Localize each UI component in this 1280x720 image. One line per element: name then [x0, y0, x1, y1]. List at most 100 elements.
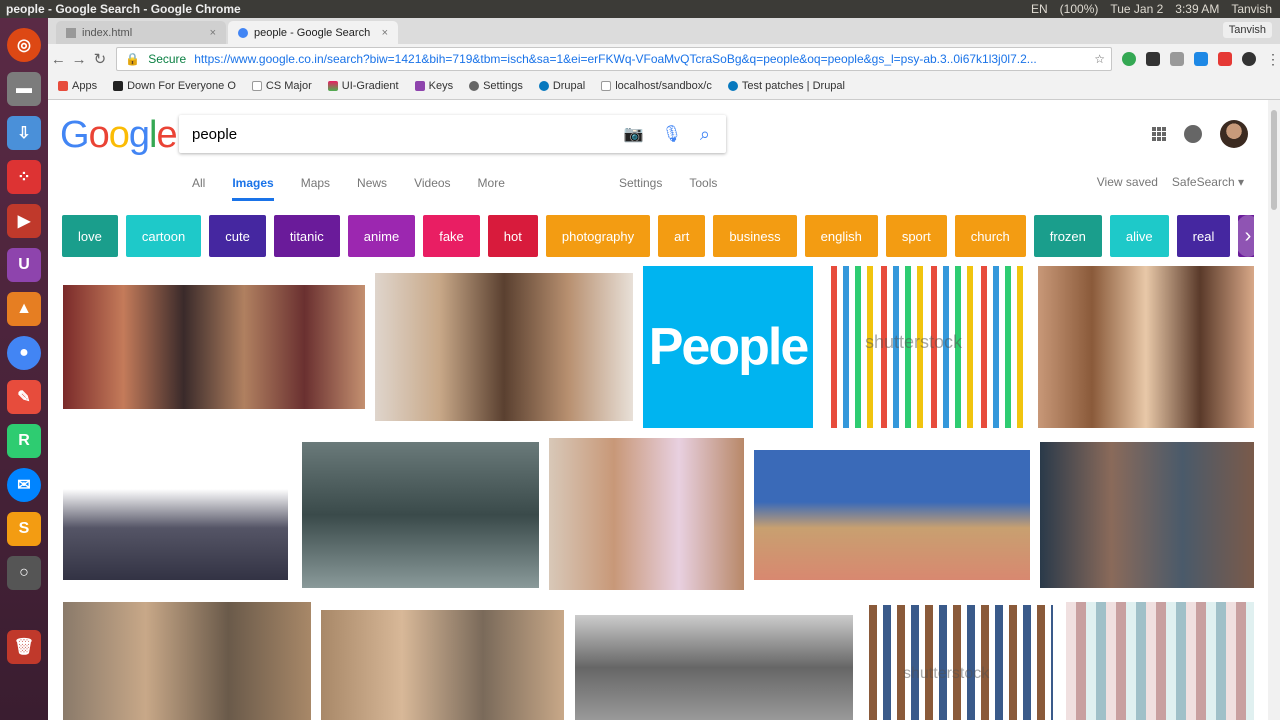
video-recorder-icon[interactable]: ▶: [7, 204, 41, 238]
extension-icon[interactable]: [1194, 52, 1208, 66]
image-result[interactable]: shutterstock: [823, 266, 1028, 428]
bookmark-localhost[interactable]: localhost/sandbox/c: [601, 80, 712, 92]
safesearch-dropdown[interactable]: SafeSearch ▾: [1172, 175, 1244, 189]
clock[interactable]: 3:39 AM: [1175, 2, 1219, 16]
apps-grid-icon[interactable]: [1152, 127, 1166, 141]
chip-business[interactable]: business: [713, 215, 797, 257]
upwork-icon[interactable]: U: [7, 248, 41, 282]
reload-icon[interactable]: ↻: [90, 50, 111, 68]
battery-indicator[interactable]: (100%): [1060, 2, 1099, 16]
image-result[interactable]: [63, 450, 288, 580]
bookmark-ui-gradient[interactable]: UI-Gradient: [327, 80, 399, 92]
google-logo[interactable]: Google: [60, 114, 178, 157]
close-tab-icon[interactable]: ×: [210, 27, 216, 39]
keyboard-layout[interactable]: EN: [1031, 2, 1048, 16]
chip-english[interactable]: english: [804, 215, 878, 257]
r-app-icon[interactable]: R: [7, 424, 41, 458]
chip-real[interactable]: real: [1176, 215, 1231, 257]
extension-icon[interactable]: [1218, 52, 1232, 66]
tab-videos[interactable]: Videos: [414, 176, 450, 201]
url-text[interactable]: https://www.google.co.in/search?biw=1421…: [194, 52, 1094, 66]
tools-link[interactable]: Tools: [689, 176, 717, 190]
chrome-icon[interactable]: ●: [7, 336, 41, 370]
bookmark-star-icon[interactable]: ☆: [1094, 52, 1105, 66]
chip-cute[interactable]: cute: [209, 215, 266, 257]
camera-extension-icon[interactable]: [1170, 52, 1184, 66]
chip-anime[interactable]: anime: [347, 215, 416, 257]
disk-icon[interactable]: ○: [7, 556, 41, 590]
forward-icon[interactable]: →: [69, 51, 90, 68]
image-result[interactable]: [1040, 442, 1254, 588]
microphone-icon[interactable]: 🎙: [662, 124, 682, 145]
chip-fake[interactable]: fake: [423, 215, 480, 257]
bookmark-apps[interactable]: Apps: [58, 80, 97, 92]
image-result[interactable]: [575, 615, 853, 720]
image-result[interactable]: [63, 285, 365, 409]
bookmark-test-patches[interactable]: Test patches | Drupal: [727, 80, 845, 92]
user-menu[interactable]: Tanvish: [1231, 2, 1272, 16]
date[interactable]: Tue Jan 2: [1110, 2, 1163, 16]
search-input[interactable]: [192, 125, 612, 143]
image-result[interactable]: [375, 273, 633, 421]
page-scrollbar[interactable]: [1268, 100, 1280, 720]
chip-frozen[interactable]: frozen: [1033, 215, 1102, 257]
image-result[interactable]: [1066, 602, 1254, 720]
software-center-icon[interactable]: ⇩: [7, 116, 41, 150]
watermark: shutterstock: [903, 665, 990, 682]
tab-more[interactable]: More: [478, 176, 505, 201]
settings-link[interactable]: Settings: [619, 176, 662, 190]
scrollbar-thumb[interactable]: [1271, 110, 1277, 210]
avatar[interactable]: [1220, 120, 1248, 148]
pencil-app-icon[interactable]: ✎: [7, 380, 41, 414]
image-result[interactable]: [754, 450, 1030, 580]
tab-news[interactable]: News: [357, 176, 387, 201]
extension-icon[interactable]: [1146, 52, 1160, 66]
chip-love[interactable]: love: [62, 215, 118, 257]
tab-label: people - Google Search: [254, 26, 371, 39]
messenger-icon[interactable]: ✉: [7, 468, 41, 502]
chip-sport[interactable]: sport: [885, 215, 947, 257]
chip-art[interactable]: art: [658, 215, 706, 257]
chip-hot[interactable]: hot: [487, 215, 538, 257]
menu-dots-icon[interactable]: ⋮: [1266, 52, 1280, 66]
grammarly-icon[interactable]: [1122, 52, 1136, 66]
camera-icon[interactable]: 📷: [624, 124, 644, 145]
view-saved-link[interactable]: View saved: [1097, 175, 1158, 189]
close-tab-icon[interactable]: ×: [382, 27, 388, 39]
bookmark-settings[interactable]: Settings: [469, 80, 523, 92]
ubuntu-logo-icon[interactable]: ◎: [7, 28, 41, 62]
image-result[interactable]: shutterstock: [863, 605, 1053, 720]
chip-titanic[interactable]: titanic: [273, 215, 340, 257]
bookmark-drupal[interactable]: Drupal: [538, 80, 585, 92]
vlc-icon[interactable]: ▲: [7, 292, 41, 326]
files-icon[interactable]: ▬: [7, 72, 41, 106]
chip-photography[interactable]: photography: [545, 215, 651, 257]
bookmark-cs-major[interactable]: CS Major: [251, 80, 312, 92]
tab-google-search[interactable]: people - Google Search ×: [228, 21, 398, 44]
notifications-icon[interactable]: [1184, 125, 1202, 143]
image-result[interactable]: [549, 438, 744, 590]
image-result[interactable]: People: [643, 266, 813, 428]
profile-button[interactable]: Tanvish: [1222, 22, 1272, 38]
tab-all[interactable]: All: [192, 176, 205, 201]
back-icon[interactable]: ←: [48, 51, 69, 68]
chip-alive[interactable]: alive: [1109, 215, 1169, 257]
sublime-text-icon[interactable]: S: [7, 512, 41, 546]
bookmark-down-for-everyone[interactable]: Down For Everyone O: [113, 80, 236, 92]
search-icon[interactable]: ⌕: [700, 124, 710, 145]
address-bar[interactable]: 🔒 Secure https://www.google.co.in/search…: [116, 47, 1112, 71]
bookmark-keys[interactable]: Keys: [414, 80, 453, 92]
tab-images[interactable]: Images: [232, 176, 274, 201]
extension-icon[interactable]: [1242, 52, 1256, 66]
tab-index-html[interactable]: index.html ×: [56, 21, 226, 44]
image-result[interactable]: [302, 442, 539, 588]
chevron-right-icon[interactable]: ›: [1234, 215, 1262, 257]
dice-app-icon[interactable]: ⁘: [7, 160, 41, 194]
tab-maps[interactable]: Maps: [301, 176, 330, 201]
trash-icon[interactable]: 🗑: [7, 630, 41, 664]
chip-cartoon[interactable]: cartoon: [125, 215, 202, 257]
image-result[interactable]: [321, 610, 564, 720]
image-result[interactable]: [63, 602, 311, 720]
chip-church[interactable]: church: [954, 215, 1026, 257]
image-result[interactable]: [1038, 266, 1254, 428]
